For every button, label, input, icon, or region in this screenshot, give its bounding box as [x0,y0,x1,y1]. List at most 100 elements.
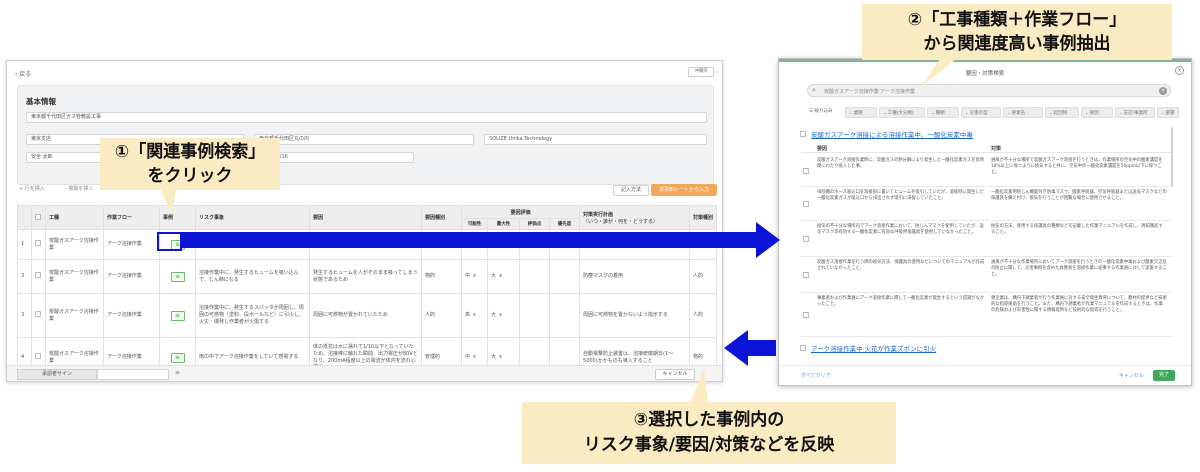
row-factor-type[interactable]: 物的 [421,259,462,294]
filter-work-category[interactable]: ⌄ 工種(大分類) [879,107,925,118]
result-checkbox[interactable] [803,271,809,278]
filter-business[interactable]: ⌄ 業務 [845,107,877,118]
select-all-checkbox[interactable] [35,213,41,220]
row-target[interactable]: 人的 [689,293,718,338]
back-link[interactable]: ‹ 戻る [15,69,31,78]
import-sheet-button[interactable]: 票票Blシートから入力 [651,184,717,196]
filter-department[interactable]: ⌄ 部署 [1157,107,1179,118]
modal-footer: すべてクリア キャンセル 完了 [779,365,1191,385]
col-plan-sub: （いつ・誰が・何を・どうする） [583,218,659,225]
location-field[interactable]: 東京都千代田区丸の内 [254,134,474,145]
row-likelihood: 中 [465,354,471,361]
clear-all-button[interactable]: すべてクリア [801,372,830,379]
row-case-cell: ≡ [159,293,196,338]
row-severity-select[interactable]: 大 ▼ [487,293,520,338]
col-plan-label: 対策実行計画 [583,211,614,218]
row-flow[interactable]: アーク溶接作業 [103,229,160,260]
result-checkbox[interactable] [803,167,809,174]
filter-element[interactable]: ⌄ 要素名 [1003,107,1043,118]
col-work: 工種 [45,205,104,230]
row-factor-type[interactable]: 人的 [421,293,462,338]
result-checkbox[interactable] [803,311,809,318]
row-factor[interactable]: 発生するヒュームを人がそのまま吸ってしまう状態であるため [309,259,422,294]
company-field[interactable]: SOLIZE Unika Technology [484,134,707,145]
case-title-link[interactable]: 炭酸ガスアーク溶接による溶接作業中、一酸化炭素中毒 [811,129,973,139]
menu-icon[interactable]: ≡ [175,369,180,376]
row-risk[interactable]: 溶接作業中に、発生するヒュームを吸い込んで、じん肺になる [195,259,310,294]
related-case-search-icon[interactable]: ≡ [170,271,185,282]
add-row-button[interactable]: + 行を挿入 [19,185,45,192]
related-case-highlight-box [157,232,182,251]
filter-factor[interactable]: ⌄ 要因 [1081,107,1113,118]
row-likelihood-select[interactable]: 中 ▼ [461,259,488,294]
project-name-field[interactable]: 東京都千代田区ガス管敷設工事 [26,112,707,123]
cancel-button[interactable]: キャンセル [655,369,695,380]
approval-footer: 承認者サイン ≡ キャンセル [7,365,722,381]
row-plan[interactable]: 防塵マスクの着用 [579,259,691,294]
row-checkbox[interactable] [35,272,41,279]
case-title-link-2[interactable]: アーク溶接作業中 火花が作業ズボンに引火 [811,343,936,353]
row-flow[interactable]: アーク溶接作業 [103,293,160,338]
risk-assessment-window: ‹ 戻る 沖縄県 基本情報 東京都千代田区ガス管敷設工事 東京支店 東京都千代田… [6,60,723,382]
close-icon[interactable]: × [1175,66,1184,75]
section-checkbox[interactable] [800,345,806,351]
row-checkbox[interactable] [35,311,41,318]
row-likelihood: 高 [465,312,471,319]
filter-kind[interactable]: ⌄ 種類 [927,107,959,118]
risk-table: 工種 作業フロー 事例 リスク事象 要因 要因種別 要因評価 対策実行計画 （い… [17,205,718,378]
filter-branch[interactable]: ⌄ 支店/事業所 [1115,107,1155,118]
case-search-input[interactable]: ⌕ 炭酸ガスアーク溶接作業 アーク溶接作業 × [807,84,1171,97]
row-flow[interactable]: アーク溶接作業 [103,259,160,294]
row-likelihood-select[interactable]: 高 ▼ [461,293,488,338]
result-checkbox[interactable] [803,235,809,242]
section-checkbox[interactable] [800,131,806,137]
result-row[interactable]: 炭酸ガス溶接作業を行う際の換気方法、保護具の使用などについてのマニュアルが作成さ… [801,257,1171,293]
row-likelihood[interactable] [461,229,488,260]
filter-accident-type[interactable]: ⌄ 災害の型 [961,107,1001,118]
row-severity-select[interactable]: 大 ▼ [487,259,520,294]
duplicate-row-button[interactable]: - 複製を挿入 [65,185,93,192]
row-priority [548,293,581,338]
approver-sign-button[interactable]: 承認者サイン [17,369,97,380]
row-target[interactable] [689,229,718,260]
col-case: 事例 [159,205,196,230]
row-work[interactable]: 炭酸ガスアーク溶接作業 [45,259,104,294]
scrollbar[interactable] [1171,127,1173,187]
result-row[interactable]: 換気の不十分な場所内でアーク溶接作業において、防じんマスクを使用していたが、送気… [801,221,1171,257]
row-factor[interactable]: 周囲に可燃物が置かれていたため [309,293,422,338]
row-work[interactable]: 炭酸ガスアーク溶接作業 [45,229,104,260]
row-severity: 大 [491,273,497,280]
row-checkbox[interactable] [35,240,41,247]
row-severity[interactable] [487,229,520,260]
row-plan[interactable]: 周囲に可燃物を置かないよう指示する [579,293,691,338]
col-flow: 作業フロー [103,205,160,230]
row-risk[interactable]: 溶接作業中に、発生するスパッタが周囲し、周囲の可燃物（塗料、段ボールなど）に引火… [195,293,310,338]
result-checkbox[interactable] [803,200,809,207]
row-plan[interactable] [579,229,691,260]
result-header: 要因 対策 [801,143,1171,153]
filter-narrow-label[interactable]: ☰ 絞り込み [809,108,832,114]
row-factor[interactable] [309,229,422,260]
table-row: 1 炭酸ガスアーク溶接作業 アーク溶接作業 ≡ [17,229,718,260]
edit-button[interactable]: 沖縄県 [688,67,714,77]
result-head-cause: 要因 [817,146,828,152]
result-measure: 親企業は、構内下請業者が行う作業員に対する安全衛生教育について、教材の提供など技… [991,296,1167,314]
method-button[interactable]: 記入方法 [613,185,649,196]
clear-search-icon[interactable]: × [1159,87,1167,95]
row-no: 1 [17,229,32,260]
row-target[interactable]: 人的 [689,259,718,294]
row-factor-type[interactable] [421,229,462,260]
row-risk[interactable] [195,229,310,260]
done-button[interactable]: 完了 [1153,370,1175,381]
approver-sign-field[interactable] [97,369,169,380]
filter-origin[interactable]: ⌄ 起因物 [1045,107,1079,118]
result-row[interactable]: 排除機のホース吸込口を溶接部に置いてヒュームを吸引していたが、溶接時に発生した一… [801,187,1171,221]
result-row[interactable]: 事業者および作業員にアーク溶接作業に際して一酸化炭素が発生するという認識がなかっ… [801,293,1171,337]
row-checkbox[interactable] [35,353,41,360]
result-row[interactable]: 炭酸ガスアーク溶接作業時に、炭酸ガスの熱分解により発生した一酸化炭素ガスを長時間… [801,155,1171,187]
related-case-search-icon[interactable]: ≡ [170,310,185,321]
related-case-search-icon[interactable]: ≡ [170,352,185,363]
callout-step-2: ②「工事種類＋作業フロー」 から関連度高い事例抽出 [862,4,1172,60]
row-work[interactable]: 炭酸ガスアーク溶接作業 [45,293,104,338]
modal-cancel-button[interactable]: キャンセル [1119,372,1144,379]
